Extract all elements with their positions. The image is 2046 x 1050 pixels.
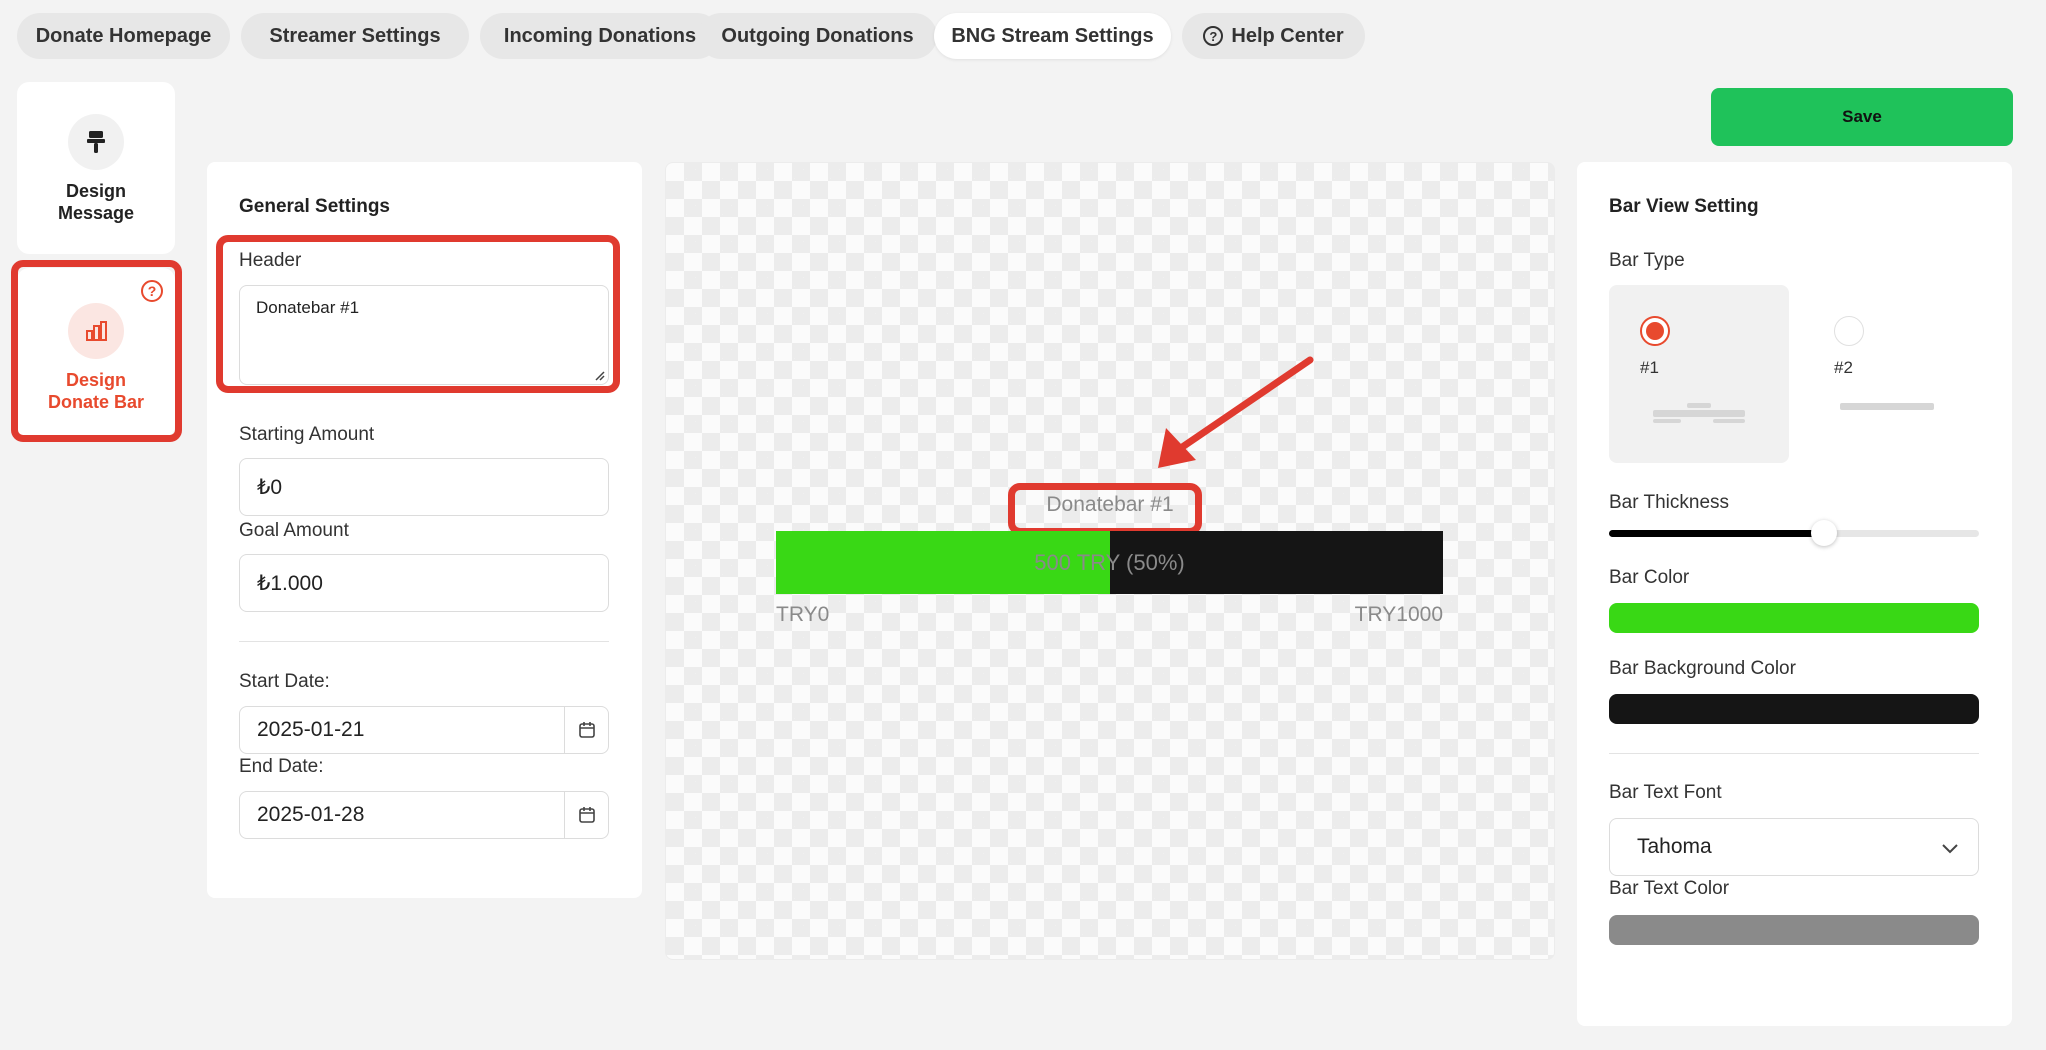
header-textarea[interactable]: Donatebar #1 bbox=[239, 285, 609, 385]
tab-incoming-donations[interactable]: Incoming Donations bbox=[480, 13, 720, 59]
preview-bar-header: Donatebar #1 bbox=[1046, 493, 1174, 516]
calendar-icon[interactable] bbox=[564, 707, 608, 753]
preview-max-label: TRY1000 bbox=[1354, 603, 1443, 626]
help-circle-icon: ? bbox=[1203, 26, 1224, 46]
bar-type-option-2[interactable]: #2 bbox=[1803, 285, 1983, 463]
divider bbox=[1609, 753, 1979, 754]
start-date-input[interactable]: 2025-01-21 bbox=[239, 706, 609, 754]
tab-help-center[interactable]: ? Help Center bbox=[1182, 13, 1365, 59]
bar-type-thumbnail bbox=[1713, 419, 1745, 423]
preview-bar-track: 500 TRY (50%) bbox=[776, 531, 1443, 594]
bar-text-font-select[interactable]: Tahoma bbox=[1609, 818, 1979, 876]
bar-thickness-label: Bar Thickness bbox=[1609, 492, 1730, 513]
bar-color-label: Bar Color bbox=[1609, 567, 1690, 588]
bar-text-color-swatch[interactable] bbox=[1609, 915, 1979, 945]
radio-button[interactable] bbox=[1640, 316, 1670, 346]
header-label: Header bbox=[239, 250, 302, 271]
tab-donate-homepage[interactable]: Donate Homepage bbox=[17, 13, 230, 59]
calendar-icon[interactable] bbox=[564, 792, 608, 838]
slider-fill bbox=[1609, 530, 1824, 537]
bar-type-label: Bar Type bbox=[1609, 250, 1685, 271]
slider-thumb[interactable] bbox=[1810, 520, 1837, 546]
bar-view-title: Bar View Setting bbox=[1609, 196, 1759, 217]
start-date-label: Start Date: bbox=[239, 671, 330, 692]
starting-amount-label: Starting Amount bbox=[239, 424, 375, 445]
bar-type-option-label: #2 bbox=[1834, 358, 1853, 377]
sidebar-item-design-donate-bar[interactable]: ? Design Donate Bar bbox=[17, 268, 175, 438]
tab-bng-stream-settings[interactable]: BNG Stream Settings bbox=[934, 13, 1171, 59]
bar-thickness-slider[interactable] bbox=[1609, 520, 1979, 546]
goal-amount-label: Goal Amount bbox=[239, 520, 349, 541]
preview-bar-text: 500 TRY (50%) bbox=[1034, 549, 1185, 575]
goal-amount-input[interactable]: ₺1.000 bbox=[239, 554, 609, 612]
bar-type-thumbnail bbox=[1840, 403, 1934, 410]
bar-type-thumbnail bbox=[1687, 403, 1711, 408]
bar-background-color-swatch[interactable] bbox=[1609, 694, 1979, 724]
preview-min-label: TRY0 bbox=[776, 603, 830, 626]
paintbrush-icon bbox=[68, 114, 124, 170]
sidebar-item-label: Design Donate Bar bbox=[47, 370, 145, 412]
bar-type-option-1[interactable]: #1 bbox=[1609, 285, 1789, 463]
bar-color-swatch[interactable] bbox=[1609, 603, 1979, 633]
bar-bg-color-label: Bar Background Color bbox=[1609, 658, 1796, 679]
end-date-input[interactable]: 2025-01-28 bbox=[239, 791, 609, 839]
tab-outgoing-donations[interactable]: Outgoing Donations bbox=[698, 13, 937, 59]
bar-text-font-label: Bar Text Font bbox=[1609, 782, 1722, 803]
divider bbox=[239, 641, 609, 642]
chevron-down-icon bbox=[1942, 844, 1958, 854]
resize-grip-icon[interactable] bbox=[593, 369, 605, 381]
sidebar-item-label: Design Message bbox=[57, 181, 135, 223]
starting-amount-input[interactable]: ₺0 bbox=[239, 458, 609, 516]
bar-type-option-label: #1 bbox=[1640, 358, 1659, 377]
sidebar-item-design-message[interactable]: Design Message bbox=[17, 82, 175, 254]
tab-streamer-settings[interactable]: Streamer Settings bbox=[241, 13, 469, 59]
bar-chart-icon bbox=[68, 303, 124, 359]
help-icon[interactable]: ? bbox=[141, 280, 163, 302]
save-button[interactable]: Save bbox=[1711, 88, 2013, 146]
end-date-label: End Date: bbox=[239, 756, 324, 777]
bar-type-thumbnail bbox=[1653, 419, 1681, 423]
general-settings-title: General Settings bbox=[239, 196, 390, 217]
radio-button[interactable] bbox=[1834, 316, 1864, 346]
bar-text-color-label: Bar Text Color bbox=[1609, 878, 1730, 899]
bar-type-thumbnail bbox=[1653, 410, 1745, 417]
